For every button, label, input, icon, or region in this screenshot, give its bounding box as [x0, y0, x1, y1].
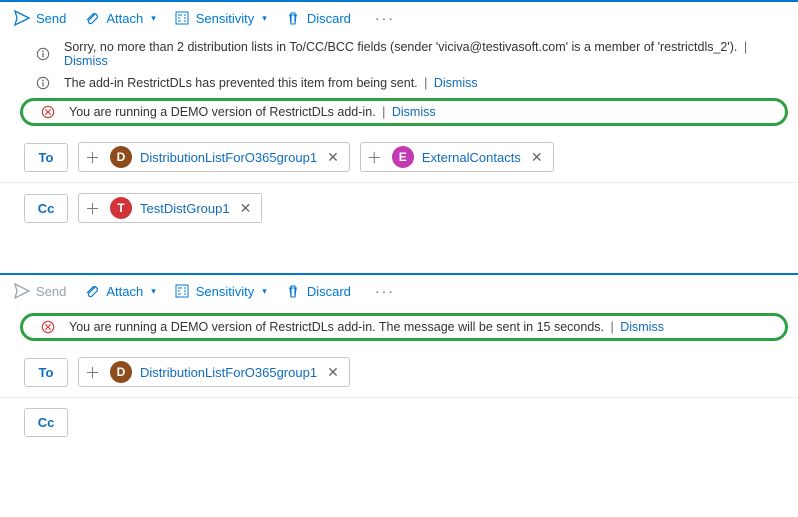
error-icon — [41, 105, 55, 119]
send-button[interactable]: Send — [14, 10, 66, 26]
info-message: The add-in RestrictDLs has prevented thi… — [0, 72, 798, 94]
to-button[interactable]: To — [24, 143, 68, 172]
dismiss-link[interactable]: Dismiss — [392, 105, 436, 119]
send-label: Send — [36, 11, 66, 26]
cc-field-row: Cc — [0, 398, 798, 463]
highlighted-annotation: You are running a DEMO version of Restri… — [20, 98, 788, 126]
compose-panel-1: Send Attach ▾ Sensitivity ▾ Discard ··· … — [0, 0, 798, 249]
separator: | — [607, 320, 616, 334]
info-text: The add-in RestrictDLs has prevented thi… — [64, 76, 418, 90]
recipient-chip-testdistgroup[interactable]: ＋ T TestDistGroup1 ✕ — [78, 193, 262, 223]
expand-icon[interactable]: ＋ — [83, 362, 102, 383]
sensitivity-icon — [174, 10, 190, 26]
recipient-chip-distributionlist[interactable]: ＋ D DistributionListForO365group1 ✕ — [78, 142, 350, 172]
error-text: You are running a DEMO version of Restri… — [69, 320, 604, 334]
error-message: You are running a DEMO version of Restri… — [23, 101, 779, 123]
cc-field-row: Cc ＋ T TestDistGroup1 ✕ — [0, 183, 798, 249]
avatar: E — [392, 146, 414, 168]
error-text: You are running a DEMO version of Restri… — [69, 105, 376, 119]
chevron-down-icon: ▾ — [262, 13, 267, 24]
avatar: D — [110, 146, 132, 168]
trash-icon — [285, 10, 301, 26]
cc-button[interactable]: Cc — [24, 194, 68, 223]
sensitivity-label: Sensitivity — [196, 284, 255, 299]
recipient-name: ExternalContacts — [422, 150, 521, 165]
discard-label: Discard — [307, 11, 351, 26]
sensitivity-button[interactable]: Sensitivity ▾ — [174, 283, 267, 299]
send-label: Send — [36, 284, 66, 299]
chevron-down-icon: ▾ — [151, 286, 156, 297]
sensitivity-label: Sensitivity — [196, 11, 255, 26]
expand-icon[interactable]: ＋ — [83, 147, 102, 168]
sensitivity-button[interactable]: Sensitivity ▾ — [174, 10, 267, 26]
toolbar: Send Attach ▾ Sensitivity ▾ Discard ··· — [0, 2, 798, 36]
paperclip-icon — [84, 10, 100, 26]
recipient-chip-distributionlist[interactable]: ＋ D DistributionListForO365group1 ✕ — [78, 357, 350, 387]
attach-button[interactable]: Attach ▾ — [84, 10, 155, 26]
dismiss-link[interactable]: Dismiss — [620, 320, 664, 334]
error-message: You are running a DEMO version of Restri… — [23, 316, 779, 338]
expand-icon[interactable]: ＋ — [83, 198, 102, 219]
compose-panel-2: Send Attach ▾ Sensitivity ▾ Discard ··· — [0, 273, 798, 463]
highlighted-annotation: You are running a DEMO version of Restri… — [20, 313, 788, 341]
info-text: Sorry, no more than 2 distribution lists… — [64, 40, 737, 54]
remove-recipient-button[interactable]: ✕ — [325, 365, 341, 379]
send-icon — [14, 10, 30, 26]
dismiss-link[interactable]: Dismiss — [434, 76, 478, 90]
recipient-name: TestDistGroup1 — [140, 201, 230, 216]
send-icon — [14, 283, 30, 299]
attach-button[interactable]: Attach ▾ — [84, 283, 155, 299]
to-field-row: To ＋ D DistributionListForO365group1 ✕ — [0, 347, 798, 398]
paperclip-icon — [84, 283, 100, 299]
separator: | — [379, 105, 388, 119]
send-button-disabled: Send — [14, 283, 66, 299]
cc-button[interactable]: Cc — [24, 408, 68, 437]
attach-label: Attach — [106, 284, 143, 299]
remove-recipient-button[interactable]: ✕ — [529, 150, 545, 164]
avatar: T — [110, 197, 132, 219]
chevron-down-icon: ▾ — [151, 13, 156, 24]
discard-button[interactable]: Discard — [285, 283, 351, 299]
chevron-down-icon: ▾ — [262, 286, 267, 297]
discard-label: Discard — [307, 284, 351, 299]
remove-recipient-button[interactable]: ✕ — [238, 201, 254, 215]
more-actions-button[interactable]: ··· — [369, 10, 401, 26]
toolbar: Send Attach ▾ Sensitivity ▾ Discard ··· — [0, 275, 798, 309]
more-actions-button[interactable]: ··· — [369, 283, 401, 299]
remove-recipient-button[interactable]: ✕ — [325, 150, 341, 164]
info-icon — [36, 76, 50, 90]
discard-button[interactable]: Discard — [285, 10, 351, 26]
info-icon — [36, 47, 50, 61]
dismiss-link[interactable]: Dismiss — [64, 54, 108, 68]
separator: | — [741, 40, 750, 54]
to-field-row: To ＋ D DistributionListForO365group1 ✕ ＋… — [0, 132, 798, 183]
recipient-name: DistributionListForO365group1 — [140, 365, 317, 380]
info-message: Sorry, no more than 2 distribution lists… — [0, 36, 798, 72]
attach-label: Attach — [106, 11, 143, 26]
to-button[interactable]: To — [24, 358, 68, 387]
recipient-name: DistributionListForO365group1 — [140, 150, 317, 165]
recipient-chip-externalcontacts[interactable]: ＋ E ExternalContacts ✕ — [360, 142, 554, 172]
error-icon — [41, 320, 55, 334]
avatar: D — [110, 361, 132, 383]
expand-icon[interactable]: ＋ — [365, 147, 384, 168]
separator: | — [421, 76, 430, 90]
sensitivity-icon — [174, 283, 190, 299]
trash-icon — [285, 283, 301, 299]
